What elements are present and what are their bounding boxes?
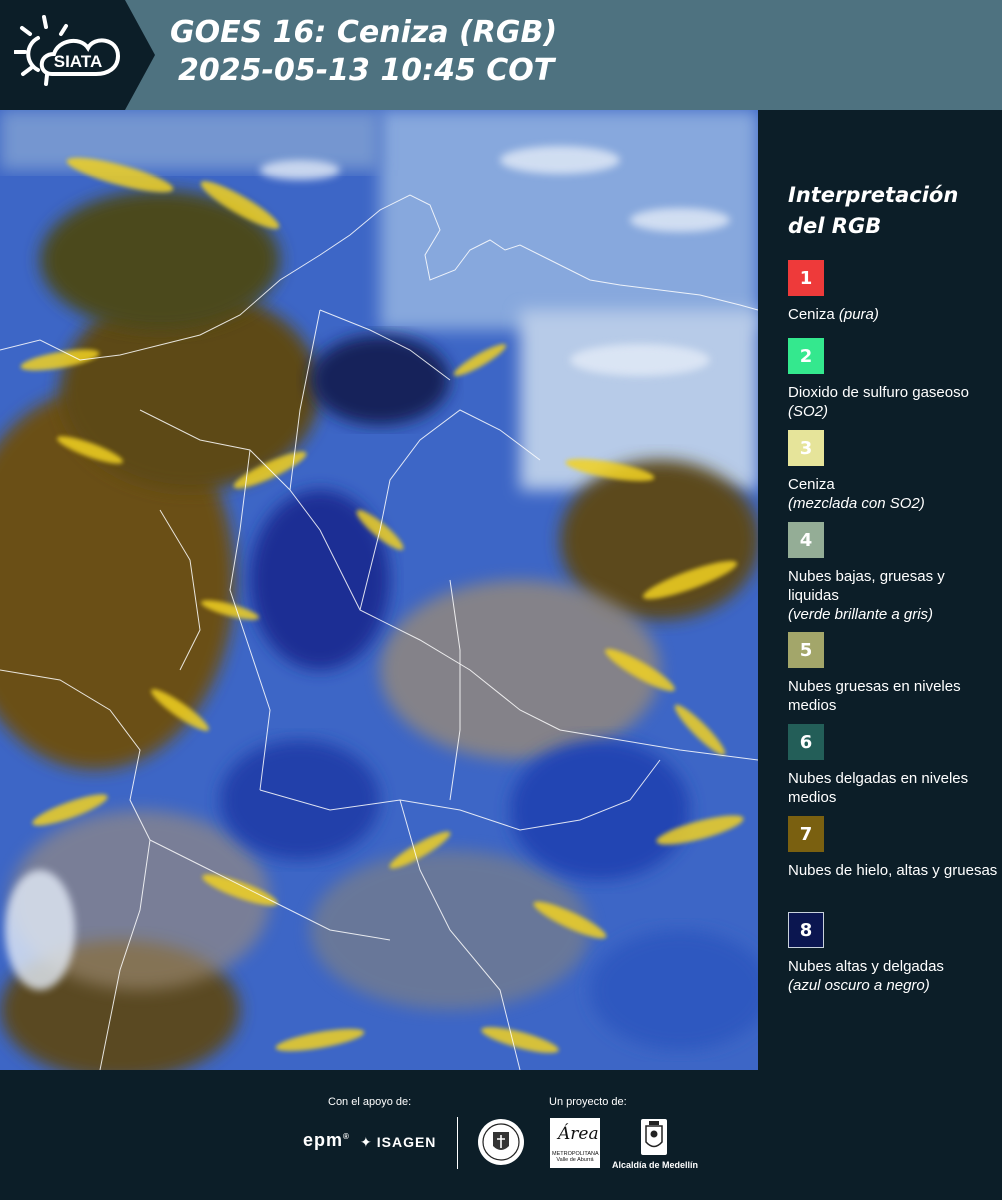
area-metropolitana-logo: Área METROPOLITANA Valle de Aburrá	[550, 1118, 600, 1168]
medellin-shield-icon	[641, 1119, 667, 1155]
legend-label: Ceniza	[788, 476, 835, 493]
legend-panel: Interpretación del RGB 1 Ceniza (pura) 2…	[770, 110, 1002, 1070]
legend-swatch-1: 1	[788, 260, 824, 296]
legend-label: Nubes de hielo, altas y gruesas	[788, 862, 998, 879]
legend-item-5: 5 Nubes gruesas en niveles medios	[788, 632, 998, 715]
legend-note: (mezclada con SO2)	[788, 495, 925, 512]
legend-item-6: 6 Nubes delgadas en niveles medios	[788, 724, 998, 807]
svg-text:SIATA: SIATA	[54, 52, 102, 71]
page-title: GOES 16: Ceniza (RGB)	[170, 15, 558, 50]
legend-swatch-8: 8	[788, 912, 824, 948]
legend-item-1: 1 Ceniza (pura)	[788, 260, 998, 324]
title-block: GOES 16: Ceniza (RGB) 2025-05-13 10:45 C…	[170, 14, 557, 90]
epm-logo: epm®	[303, 1130, 350, 1150]
isagen-logo: ✦ ISAGEN	[360, 1134, 437, 1150]
university-seal-icon	[478, 1119, 524, 1165]
support-label: Con el apoyo de:	[328, 1096, 412, 1108]
legend-swatch-4: 4	[788, 522, 824, 558]
footer: Con el apoyo de: Un proyecto de: epm® ✦ I…	[0, 1070, 1002, 1200]
legend-label: Ceniza	[788, 306, 835, 323]
legend-item-7: 7 Nubes de hielo, altas y gruesas	[788, 816, 998, 880]
legend-item-8: 8 Nubes altas y delgadas (azul oscuro a …	[788, 912, 998, 995]
medellin-label: Alcaldía de Medellín	[611, 1160, 699, 1170]
legend-item-4: 4 Nubes bajas, gruesas y liquidas (verde…	[788, 522, 998, 624]
legend-label: Dioxido de sulfuro gaseoso	[788, 384, 969, 401]
legend-swatch-7: 7	[788, 816, 824, 852]
legend-item-3: 3 Ceniza (mezclada con SO2)	[788, 430, 998, 513]
isagen-mark-icon: ✦	[360, 1134, 373, 1150]
legend-label: Nubes delgadas en niveles medios	[788, 770, 969, 806]
legend-note: (SO2)	[788, 403, 829, 420]
legend-swatch-5: 5	[788, 632, 824, 668]
legend-note: (pura)	[838, 306, 879, 323]
header-bar: SIATA GOES 16: Ceniza (RGB) 2025-05-13 1…	[0, 0, 1002, 110]
legend-swatch-3: 3	[788, 430, 824, 466]
project-label: Un proyecto de:	[549, 1096, 627, 1108]
legend-note: (verde brillante a gris)	[788, 606, 934, 623]
satellite-image	[0, 110, 758, 1070]
footer-divider	[457, 1117, 458, 1169]
legend-label: Nubes bajas, gruesas y liquidas	[788, 568, 945, 604]
legend-title: Interpretación del RGB	[788, 183, 959, 238]
timestamp: 2025-05-13 10:45 COT	[178, 53, 555, 88]
legend-note: (azul oscuro a negro)	[788, 977, 930, 994]
legend-swatch-2: 2	[788, 338, 824, 374]
sun-cloud-icon: SIATA	[14, 15, 121, 86]
siata-logo: SIATA	[0, 0, 155, 110]
legend-label: Nubes altas y delgadas	[788, 958, 944, 975]
legend-item-2: 2 Dioxido de sulfuro gaseoso (SO2)	[788, 338, 998, 421]
satellite-imagery-svg	[0, 110, 758, 1070]
legend-swatch-6: 6	[788, 724, 824, 760]
legend-label: Nubes gruesas en niveles medios	[788, 678, 961, 714]
